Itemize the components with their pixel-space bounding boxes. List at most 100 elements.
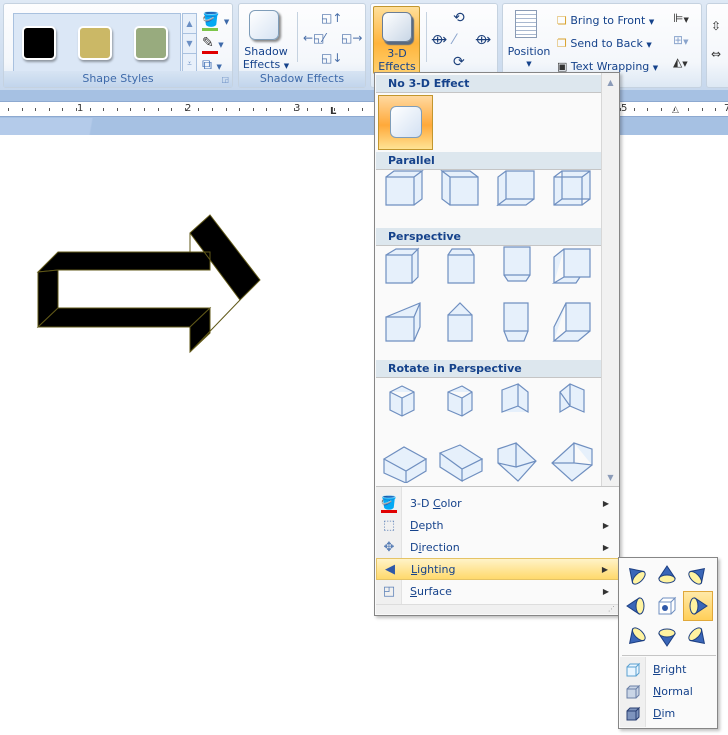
3d-cube-icon — [503, 246, 531, 282]
gallery-scroll-up-button[interactable]: ▲ — [183, 14, 196, 34]
dialog-launcher-icon[interactable]: ◲ — [221, 75, 229, 84]
3d-toggle-icon[interactable]: ⁄ — [453, 32, 455, 48]
parallel-oblique-top-right-option[interactable] — [380, 167, 428, 215]
scroll-down-button[interactable]: ▼ — [602, 473, 619, 482]
3d-preset-p3-option[interactable] — [492, 243, 540, 291]
3d-preset-p4-option[interactable] — [548, 243, 596, 291]
menu-item-label: 3-D Color — [410, 497, 462, 510]
lighting-left-option[interactable] — [621, 591, 651, 621]
chevron-down-icon: ▼ — [218, 41, 224, 49]
parallel-wireframe-option[interactable] — [548, 167, 596, 215]
menu-item-direction[interactable]: ✥ Direction ▶ — [376, 537, 619, 559]
ruler-tick — [348, 108, 349, 111]
lighting-right-option[interactable] — [683, 591, 713, 621]
3d-preset-s2-option[interactable] — [436, 435, 484, 483]
bring-to-front-button[interactable]: ❏ Bring to Front ▼ — [557, 10, 658, 33]
3d-preset-q2-option[interactable] — [436, 299, 484, 347]
3d-preset-q4-option[interactable] — [548, 299, 596, 347]
3d-cube-icon — [551, 442, 593, 482]
3d-preset-p2-option[interactable] — [436, 243, 484, 291]
send-to-back-icon: ❐ — [557, 37, 567, 50]
submenu-arrow-icon: ▶ — [602, 521, 609, 530]
lighting-top-right-option[interactable] — [683, 560, 713, 590]
3d-effects-button[interactable]: 3-D Effects ▼ — [373, 6, 420, 85]
3d-preset-q3-option[interactable] — [492, 299, 540, 347]
lighting-front-option[interactable] — [652, 591, 682, 621]
nudge-shadow-down-icon[interactable]: ◱↓ — [321, 50, 342, 66]
3d-preset-r2-option[interactable] — [436, 378, 484, 426]
nudge-shadow-up-icon[interactable]: ◱↑ — [321, 10, 342, 26]
parallel-oblique-bottom-left-option[interactable] — [492, 167, 540, 215]
menu-item-surface[interactable]: ◰ Surface ▶ — [376, 581, 619, 603]
3d-cube-icon — [501, 383, 529, 414]
lighting-bottom-left-option[interactable] — [621, 622, 651, 652]
group-button[interactable]: ⊞▼ — [673, 32, 688, 50]
parallel-oblique-top-left-option[interactable] — [436, 167, 484, 215]
3d-preset-s4-option[interactable] — [548, 435, 596, 483]
shape-style-sage[interactable] — [134, 26, 168, 60]
lighting-top-left-option[interactable] — [621, 560, 651, 590]
ruler-tick — [266, 108, 267, 111]
nudge-shadow-left-icon[interactable]: ←◱ — [303, 30, 324, 46]
3d-color-icon: 🪣 — [380, 496, 398, 513]
3d-preset-q1-option[interactable] — [380, 299, 428, 347]
chevron-down-icon: ▼ — [646, 41, 652, 49]
scroll-up-button[interactable]: ▲ — [602, 78, 619, 87]
shadow-effects-button[interactable]: Shadow Effects ▼ — [241, 45, 291, 73]
ruler-tick — [212, 108, 213, 111]
arrow-top-face — [36, 251, 211, 273]
menu-item-depth[interactable]: ⬚ Depth ▶ — [376, 515, 619, 537]
section-no-3d-effect: No 3-D Effect — [376, 75, 601, 93]
menu-scrollbar[interactable]: ▲ ▼ — [601, 73, 619, 487]
3d-preset-r4-option[interactable] — [548, 378, 596, 426]
shape-outline-button[interactable]: ✎ ▼ — [202, 35, 224, 54]
tilt-up-icon[interactable]: ⟲ — [453, 10, 465, 26]
rotate-icon: ◭ — [673, 55, 683, 69]
gallery-scroll-down-button[interactable]: ▼ — [183, 34, 196, 54]
lighting-bright[interactable]: Bright — [620, 659, 717, 681]
align-button[interactable]: ⊫▼ — [673, 10, 689, 28]
tilt-left-icon[interactable]: ⟴ — [431, 32, 447, 48]
3d-preset-s3-option[interactable] — [492, 435, 540, 483]
fill-color-bar — [202, 28, 218, 31]
ruler-tick — [90, 108, 91, 111]
menu-item-lighting[interactable]: ◀ Lighting ▶ — [376, 558, 619, 580]
3d-preset-s1-option[interactable] — [380, 435, 428, 484]
lighting-bottom-right-option[interactable] — [683, 622, 713, 652]
3d-preset-r3-option[interactable] — [492, 378, 540, 426]
no-3d-effect-option[interactable] — [378, 95, 433, 150]
3d-cube-icon — [447, 385, 473, 417]
dim-cube-icon — [626, 706, 641, 721]
3d-preset-p1-option[interactable] — [380, 243, 428, 291]
rotate-button[interactable]: ◭▼ — [673, 54, 688, 72]
chevron-down-icon: ▼ — [683, 16, 689, 24]
shape-fill-button[interactable]: 🪣 ▼ — [202, 12, 229, 31]
lighting-top-option[interactable] — [652, 560, 682, 590]
spotlight-icon: ◀ — [385, 562, 395, 577]
shape-styles-gallery — [13, 13, 181, 74]
page-edge — [0, 118, 150, 135]
shape-style-tan[interactable] — [78, 26, 112, 60]
ruler-tick — [158, 108, 159, 111]
tilt-down-icon[interactable]: ⟳ — [453, 54, 465, 70]
ruler-tick — [674, 108, 675, 111]
tilt-right-icon[interactable]: ⟴ — [475, 32, 491, 48]
shape-style-black[interactable] — [22, 26, 56, 60]
send-to-back-button[interactable]: ❐ Send to Back ▼ — [557, 33, 658, 56]
nudge-shadow-right-icon[interactable]: ◱→ — [341, 30, 362, 46]
outline-color-bar — [202, 51, 218, 54]
3d-cube-icon — [447, 302, 473, 342]
3d-preset-r1-option[interactable] — [380, 378, 428, 426]
gallery-scroll: ▲ ▼ ⩡ — [182, 13, 197, 74]
lighting-normal[interactable]: Normal — [620, 681, 717, 703]
shadow-effects-group: Shadow Effects ▼ ◱↑ ←◱ ⁄ ◱→ ◱↓ Shadow Ef… — [238, 3, 366, 88]
position-button[interactable]: Position ▼ — [505, 45, 553, 71]
lighting-dim[interactable]: Dim — [620, 703, 717, 725]
shadow-toggle-icon[interactable]: ⁄ — [323, 30, 325, 46]
3d-arrow-shape[interactable] — [20, 210, 280, 370]
ruler-tick — [226, 108, 227, 111]
lighting-bottom-option[interactable] — [652, 622, 682, 652]
resize-grip[interactable]: ⋰ — [376, 604, 618, 614]
section-rotate-in-perspective: Rotate in Perspective — [376, 360, 601, 378]
menu-item-3d-color[interactable]: 🪣 3-D Color ▶ — [376, 493, 619, 515]
